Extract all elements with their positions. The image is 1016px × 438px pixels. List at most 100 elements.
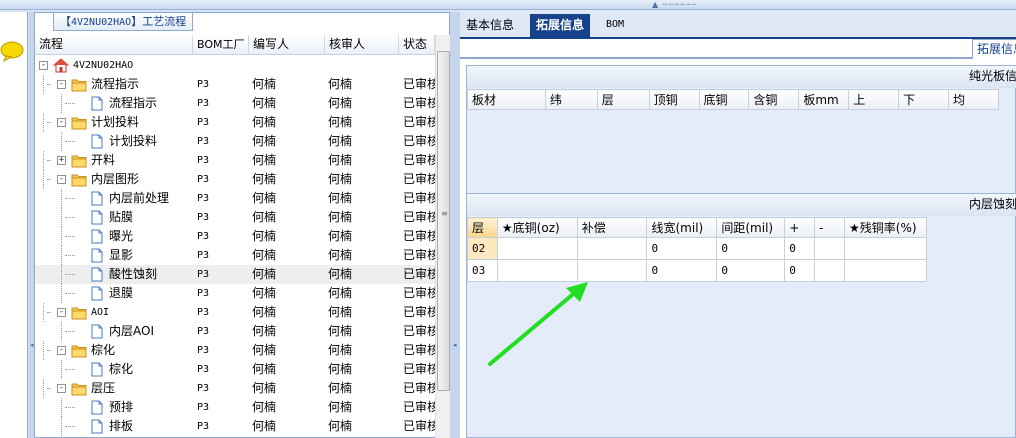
tree-row[interactable]: 计划投料 P3 何楠 何楠 已审核 (35, 132, 435, 151)
subtab-extended-info[interactable]: 拓展信息 (972, 39, 1016, 59)
etch-cell[interactable] (496, 237, 578, 260)
etch-cell[interactable]: 0 (716, 259, 786, 282)
etch-row[interactable]: 02 0 0 0 (467, 237, 927, 260)
collapse-toggle[interactable]: - (57, 346, 66, 355)
etch-cell[interactable] (814, 259, 846, 282)
document-icon (91, 229, 103, 244)
col-minus[interactable]: - (814, 217, 846, 238)
col-lower[interactable]: 下 (898, 89, 950, 110)
tree-row[interactable]: - 计划投料 P3 何楠 何楠 已审核 (35, 113, 435, 132)
collapse-toggle[interactable]: - (57, 80, 66, 89)
status-cell: 已审核 (403, 381, 435, 395)
tree-row[interactable]: - 棕化 P3 何楠 何楠 已审核 (35, 341, 435, 360)
status-cell (403, 56, 435, 75)
collapse-toggle[interactable]: - (39, 61, 48, 70)
col-spacing[interactable]: 间距(mil) (716, 217, 786, 238)
etch-cell[interactable]: 0 (784, 237, 816, 260)
etch-cell[interactable] (844, 259, 927, 282)
tree-row[interactable]: 排板 P3 何楠 何楠 已审核 (35, 417, 435, 436)
etch-cell[interactable] (814, 237, 846, 260)
etch-cell[interactable] (844, 237, 927, 260)
splitter-grip[interactable]: ▲ ┄┄┄┄┄┄ ▲ (652, 1, 702, 17)
tree-row[interactable]: 贴膜 P3 何楠 何楠 已审核 (35, 208, 435, 227)
document-icon (91, 134, 103, 149)
tab-bom[interactable]: BOM (600, 14, 630, 39)
tab-basic-info[interactable]: 基本信息 (460, 14, 520, 39)
etch-cell[interactable] (496, 259, 578, 282)
col-top-copper[interactable]: 顶铜 (648, 89, 700, 110)
collapse-toggle[interactable]: - (57, 308, 66, 317)
tree-row[interactable]: 预排 P3 何楠 何楠 已审核 (35, 398, 435, 417)
etch-cell[interactable]: 0 (646, 237, 718, 260)
etch-cell[interactable]: 0 (784, 259, 816, 282)
tree-row[interactable]: 曝光 P3 何楠 何楠 已审核 (35, 227, 435, 246)
collapse-toggle[interactable]: - (57, 175, 66, 184)
col-header-bom-factory[interactable]: BOM工厂 (193, 35, 249, 55)
col-residual-copper-rate[interactable]: ★残铜率(%) (844, 217, 927, 238)
bom-cell: P3 (197, 136, 210, 147)
col-compensation[interactable]: 补偿 (576, 217, 648, 238)
col-weft[interactable]: 纬 (544, 89, 598, 110)
scrollbar-thumb[interactable]: ≡ (437, 51, 450, 391)
etch-cell[interactable]: 0 (716, 237, 786, 260)
etch-cell[interactable]: 0 (646, 259, 718, 282)
writer-cell: 何楠 (252, 305, 277, 319)
tree-connector (61, 398, 62, 417)
tree-row[interactable]: - 4V2NU02HAO (35, 56, 435, 75)
chat-bubble-icon[interactable] (0, 40, 24, 62)
etch-cell[interactable]: 02 (467, 237, 498, 260)
etch-row[interactable]: 03 0 0 0 (467, 259, 927, 282)
status-cell: 已审核 (403, 286, 435, 300)
tree-row[interactable]: 内层AOI P3 何楠 何楠 已审核 (35, 322, 435, 341)
col-base-copper-oz[interactable]: ★底铜(oz) (496, 217, 578, 238)
col-header-process[interactable]: 流程 (35, 35, 193, 55)
tree-row[interactable]: 酸性蚀刻 P3 何楠 何楠 已审核 (35, 265, 435, 284)
col-board-mm[interactable]: 板mm (798, 89, 850, 110)
top-splitter-bar[interactable]: ▲ ┄┄┄┄┄┄ ▲ (0, 0, 1016, 17)
col-header-writer[interactable]: 编写人 (249, 35, 325, 55)
tree-connector (65, 293, 75, 294)
col-header-reviewer[interactable]: 核审人 (325, 35, 399, 55)
tree-connector (47, 160, 51, 161)
bom-cell: P3 (197, 269, 210, 280)
vertical-scrollbar[interactable]: ≡ (435, 35, 450, 438)
tree-row[interactable]: + 开料 P3 何楠 何楠 已审核 (35, 151, 435, 170)
col-line-width[interactable]: 线宽(mil) (646, 217, 718, 238)
col-etch-layer[interactable]: 层 (467, 217, 498, 238)
tree-row[interactable]: - 流程指示 P3 何楠 何楠 已审核 (35, 75, 435, 94)
status-cell: 已审核 (403, 305, 435, 319)
col-header-status[interactable]: 状态 (399, 35, 435, 55)
bom-cell: P3 (197, 421, 210, 432)
tab-extended-info[interactable]: 拓展信息 (530, 14, 591, 39)
etch-cell[interactable] (576, 259, 648, 282)
col-board-material[interactable]: 板材 (467, 89, 546, 110)
tree-row[interactable]: 退膜 P3 何楠 何楠 已审核 (35, 284, 435, 303)
tree-row[interactable]: 显影 P3 何楠 何楠 已审核 (35, 246, 435, 265)
bom-cell: P3 (197, 345, 210, 356)
tree-row[interactable]: - AOI P3 何楠 何楠 已审核 (35, 303, 435, 322)
tree-row[interactable]: - 内层图形 P3 何楠 何楠 已审核 (35, 170, 435, 189)
writer-cell: 何楠 (252, 172, 277, 186)
tree-row[interactable]: - 层压 P3 何楠 何楠 已审核 (35, 379, 435, 398)
tree-label: 曝光 (109, 229, 134, 243)
etch-cell[interactable] (576, 237, 648, 260)
col-average[interactable]: 均 (948, 89, 999, 110)
col-plus[interactable]: + (784, 217, 816, 238)
tree-row[interactable]: 棕化 P3 何楠 何楠 已审核 (35, 360, 435, 379)
etch-cell[interactable]: 03 (467, 259, 498, 282)
collapse-toggle[interactable]: - (57, 118, 66, 127)
col-copper-included[interactable]: 含铜 (748, 89, 800, 110)
col-bottom-copper[interactable]: 底铜 (698, 89, 750, 110)
expand-toggle[interactable]: + (57, 156, 66, 165)
reviewer-cell: 何楠 (328, 191, 353, 205)
tree-row[interactable]: 流程指示 P3 何楠 何楠 已审核 (35, 94, 435, 113)
col-upper[interactable]: 上 (848, 89, 900, 110)
tree-row[interactable]: 内层前处理 P3 何楠 何楠 已审核 (35, 189, 435, 208)
writer-cell: 何楠 (252, 191, 277, 205)
middle-splitter[interactable]: ◂ (450, 12, 460, 438)
tree-connector (43, 113, 44, 132)
collapse-toggle[interactable]: - (57, 384, 66, 393)
title-code: 4V2NU02HAO (71, 17, 132, 28)
reviewer-cell: 何楠 (328, 305, 353, 319)
col-layer[interactable]: 层 (596, 89, 650, 110)
